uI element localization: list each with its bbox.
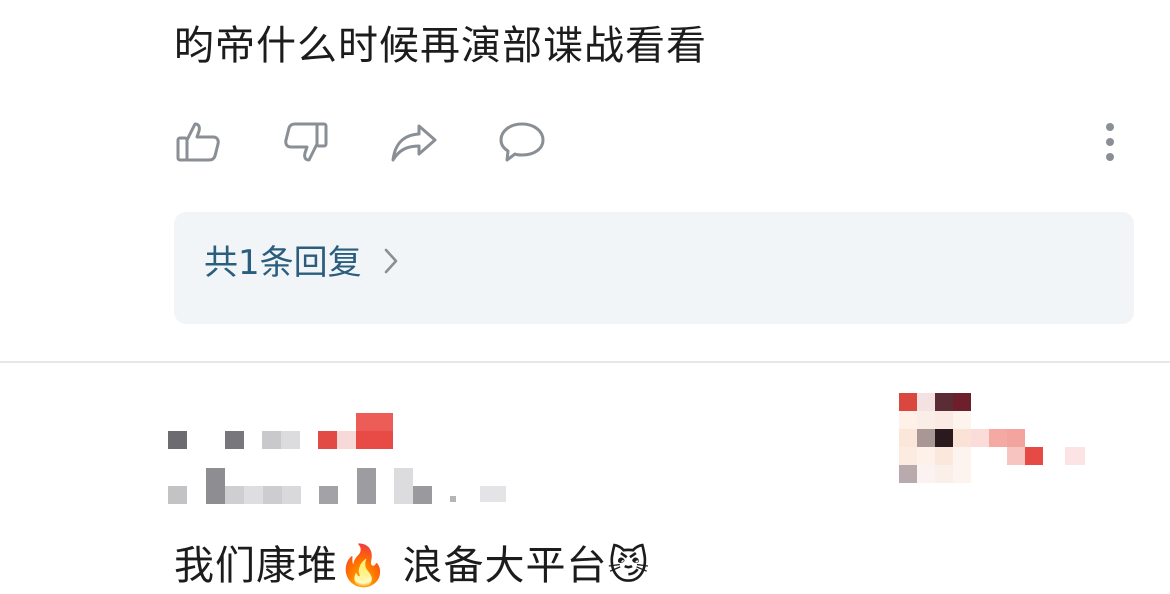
thumbs-down-icon [284, 122, 328, 162]
censored-username [168, 410, 408, 454]
more-options-button[interactable] [1084, 116, 1136, 168]
like-button[interactable] [172, 116, 224, 168]
comment-text: 昀帝什么时候再演部谍战看看 [174, 23, 707, 69]
share-button[interactable] [388, 116, 440, 168]
dislike-button[interactable] [280, 116, 332, 168]
replies-count-label: 共1条回复 [204, 243, 362, 283]
next-comment-text: 我们康堆🔥 浪备大平台😼 [174, 543, 651, 589]
vertical-ellipsis-icon [1106, 123, 1114, 161]
comment-divider [0, 361, 1170, 363]
reply-button[interactable] [496, 116, 548, 168]
chevron-right-icon [384, 248, 398, 274]
share-arrow-icon [391, 124, 437, 162]
speech-bubble-icon [499, 122, 545, 162]
comment-action-bar [174, 116, 1124, 170]
censored-thumbnail [899, 393, 1089, 488]
censored-meta [168, 466, 528, 506]
thumbs-up-icon [176, 122, 220, 162]
view-replies-button[interactable]: 共1条回复 [174, 212, 1134, 324]
